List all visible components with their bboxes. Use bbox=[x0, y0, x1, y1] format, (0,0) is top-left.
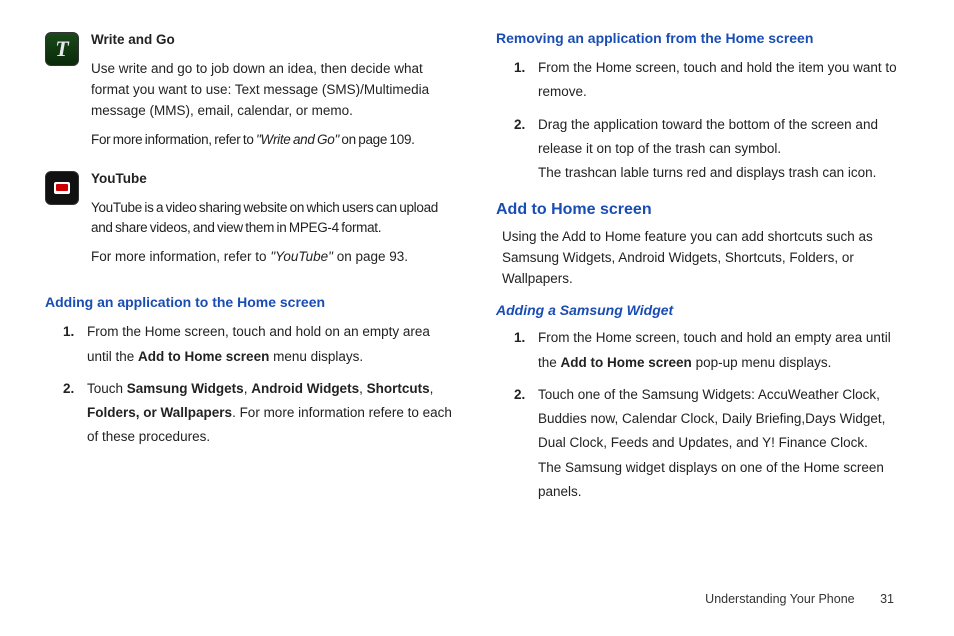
heading-samsung-widget: Adding a Samsung Widget bbox=[496, 302, 909, 318]
app-desc: Use write and go to job down an idea, th… bbox=[91, 59, 458, 122]
steps-adding-app: From the Home screen, touch and hold on … bbox=[45, 320, 458, 449]
left-column: T Write and Go Use write and go to job d… bbox=[45, 30, 458, 512]
footer-page-number: 31 bbox=[880, 592, 894, 606]
step-item: Drag the application toward the bottom o… bbox=[496, 113, 909, 186]
intro-add-to-home: Using the Add to Home feature you can ad… bbox=[502, 227, 909, 290]
right-column: Removing an application from the Home sc… bbox=[496, 30, 909, 512]
steps-samsung-widget: From the Home screen, touch and hold an … bbox=[496, 326, 909, 504]
heading-adding-app: Adding an application to the Home screen bbox=[45, 294, 458, 310]
app-youtube: YouTube YouTube is a video sharing websi… bbox=[45, 169, 458, 277]
step-item: From the Home screen, touch and hold the… bbox=[496, 56, 909, 105]
youtube-icon bbox=[45, 171, 79, 205]
write-and-go-icon: T bbox=[45, 32, 79, 66]
step-item: From the Home screen, touch and hold on … bbox=[45, 320, 458, 369]
step-item: Touch Samsung Widgets, Android Widgets, … bbox=[45, 377, 458, 450]
app-desc: YouTube is a video sharing website on wh… bbox=[91, 198, 458, 240]
heading-add-to-home: Add to Home screen bbox=[496, 201, 909, 219]
app-ref: For more information, refer to "YouTube"… bbox=[91, 247, 458, 268]
step-item: From the Home screen, touch and hold an … bbox=[496, 326, 909, 375]
page-footer: Understanding Your Phone 31 bbox=[705, 592, 894, 606]
app-title: YouTube bbox=[91, 169, 458, 190]
step-item: Touch one of the Samsung Widgets: AccuWe… bbox=[496, 383, 909, 504]
footer-section: Understanding Your Phone bbox=[705, 592, 854, 606]
app-write-and-go: T Write and Go Use write and go to job d… bbox=[45, 30, 458, 159]
heading-removing-app: Removing an application from the Home sc… bbox=[496, 30, 909, 46]
app-ref: For more information, refer to "Write an… bbox=[91, 130, 458, 151]
app-title: Write and Go bbox=[91, 30, 458, 51]
steps-removing-app: From the Home screen, touch and hold the… bbox=[496, 56, 909, 185]
